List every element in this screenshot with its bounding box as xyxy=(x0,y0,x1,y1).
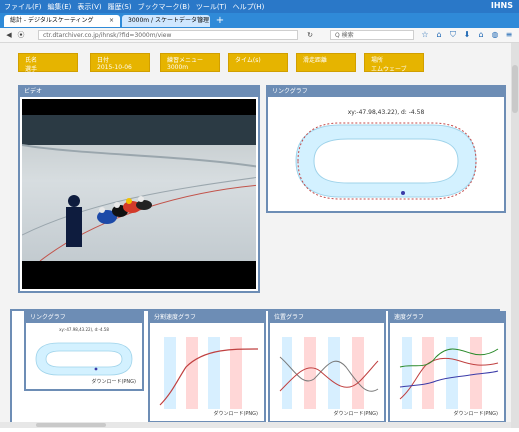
address-field[interactable]: ctr.dtarchiver.co.jp/ihnsk/?fid=3000m/vi… xyxy=(38,30,298,40)
menu-bar: ファイル(F) 編集(E) 表示(V) 履歴(S) ブックマーク(B) ツール(… xyxy=(0,0,519,13)
position-chart[interactable] xyxy=(276,327,382,413)
identity-icon[interactable]: ⦿ xyxy=(16,30,26,40)
card-label: 滑走距離 xyxy=(303,57,328,64)
download-png-link[interactable]: ダウンロード(PNG) xyxy=(213,410,258,417)
star-icon[interactable]: ☆ xyxy=(420,30,430,40)
card-label: 場所 xyxy=(371,57,384,64)
split-speed-graph-panel: 分割速度グラフ ダウンロード(PNG) xyxy=(148,311,266,423)
video-player[interactable] xyxy=(22,99,256,289)
position-graph-panel: 位置グラフ ダウンロード(PNG) xyxy=(268,311,386,423)
video-panel-title: ビデオ xyxy=(20,87,258,97)
info-card-date: 日付 2015-10-06 xyxy=(90,53,150,72)
rink-graph-title: リンクグラフ xyxy=(268,87,504,97)
back-icon[interactable]: ◀ xyxy=(4,30,14,40)
pocket-icon[interactable]: ⛉ xyxy=(448,30,458,40)
browser-window: ファイル(F) 編集(E) 表示(V) 履歴(S) ブックマーク(B) ツール(… xyxy=(0,0,519,432)
tab-1[interactable]: 総計 - デジタルスケーティング × xyxy=(4,15,120,27)
horizontal-scroll-thumb[interactable] xyxy=(36,423,106,427)
menu-history[interactable]: 履歴(S) xyxy=(108,2,132,12)
tab-2[interactable]: 3000m / スケートデータ管理 × xyxy=(122,15,210,27)
small-rink-graph-title: リンクグラフ xyxy=(26,313,142,323)
speed-chart[interactable] xyxy=(396,327,502,413)
download-png-link[interactable]: ダウンロード(PNG) xyxy=(453,410,498,417)
position-graph-title: 位置グラフ xyxy=(270,313,384,323)
close-icon[interactable]: × xyxy=(199,15,204,27)
info-card-menu: 練習メニュー 3000m xyxy=(160,53,220,72)
speed-graph-title: 速度グラフ xyxy=(390,313,504,323)
card-value: 3000m xyxy=(167,64,189,71)
download-png-link[interactable]: ダウンロード(PNG) xyxy=(91,378,136,385)
info-card-name: 氏名 選手 xyxy=(18,53,78,73)
video-panel: ビデオ xyxy=(18,85,260,293)
speed-graph-panel: 速度グラフ ダウンロード(PNG) xyxy=(388,311,506,423)
close-icon[interactable]: × xyxy=(109,15,114,27)
info-card-time: タイム(s) xyxy=(228,53,288,72)
card-value: 2015-10-06 xyxy=(97,64,132,71)
menu-bookmarks[interactable]: ブックマーク(B) xyxy=(138,2,190,12)
vertical-scroll-thumb[interactable] xyxy=(512,65,518,113)
split-speed-chart[interactable] xyxy=(156,327,262,413)
card-label: タイム(s) xyxy=(235,57,261,64)
video-scene xyxy=(22,115,256,262)
info-card-place: 場所 エムウェーブ xyxy=(364,53,424,73)
coach-figure xyxy=(66,195,82,247)
reload-icon[interactable]: ↻ xyxy=(305,30,315,40)
video-frame xyxy=(22,115,256,262)
home-icon[interactable]: ⌂ xyxy=(476,30,486,40)
tab-strip: 総計 - デジタルスケーティング × 3000m / スケートデータ管理 × + xyxy=(0,13,519,28)
tab-2-label: 3000m / スケートデータ管理 xyxy=(128,17,209,24)
card-label: 氏名 xyxy=(25,57,38,64)
card-label: 練習メニュー xyxy=(167,57,204,64)
addon-icon[interactable]: ◍ xyxy=(490,30,500,40)
card-label: 日付 xyxy=(97,57,110,64)
page-content: 氏名 選手 日付 2015-10-06 練習メニュー 3000m タイム(s) … xyxy=(0,43,511,428)
download-icon[interactable]: ⬇ xyxy=(462,30,472,40)
menu-icon[interactable]: ≡ xyxy=(504,30,514,40)
vertical-scrollbar[interactable] xyxy=(511,43,519,428)
lock-icon[interactable]: ⌂ xyxy=(434,30,444,40)
small-rink-graph-panel: リンクグラフ xy:-47.98,43.22), d:-4.58 ダウンロード(… xyxy=(24,311,144,391)
download-png-link[interactable]: ダウンロード(PNG) xyxy=(333,410,378,417)
menu-file[interactable]: ファイル(F) xyxy=(4,2,42,12)
navigation-bar: ◀ ⦿ ctr.dtarchiver.co.jp/ihnsk/?fid=3000… xyxy=(0,28,519,43)
search-field[interactable]: Q 検索 xyxy=(330,30,414,40)
card-value: 選手 xyxy=(25,66,38,73)
menu-tools[interactable]: ツール(T) xyxy=(196,2,227,12)
horizontal-scrollbar[interactable] xyxy=(0,422,511,428)
rink-graph[interactable] xyxy=(268,99,504,213)
tab-1-label: 総計 - デジタルスケーティング xyxy=(10,17,94,24)
new-tab-button[interactable]: + xyxy=(212,15,228,27)
card-value: エムウェーブ xyxy=(371,66,407,73)
split-speed-graph-title: 分割速度グラフ xyxy=(150,313,264,323)
rink-graph-panel: リンクグラフ xy:-47.98,43.22), d: -4.58 xyxy=(266,85,506,213)
menu-view[interactable]: 表示(V) xyxy=(77,2,101,12)
menu-edit[interactable]: 編集(E) xyxy=(48,2,72,12)
info-card-distance: 滑走距離 xyxy=(296,53,356,72)
brand-logo: IHNS xyxy=(490,1,513,10)
menu-help[interactable]: ヘルプ(H) xyxy=(233,2,265,12)
